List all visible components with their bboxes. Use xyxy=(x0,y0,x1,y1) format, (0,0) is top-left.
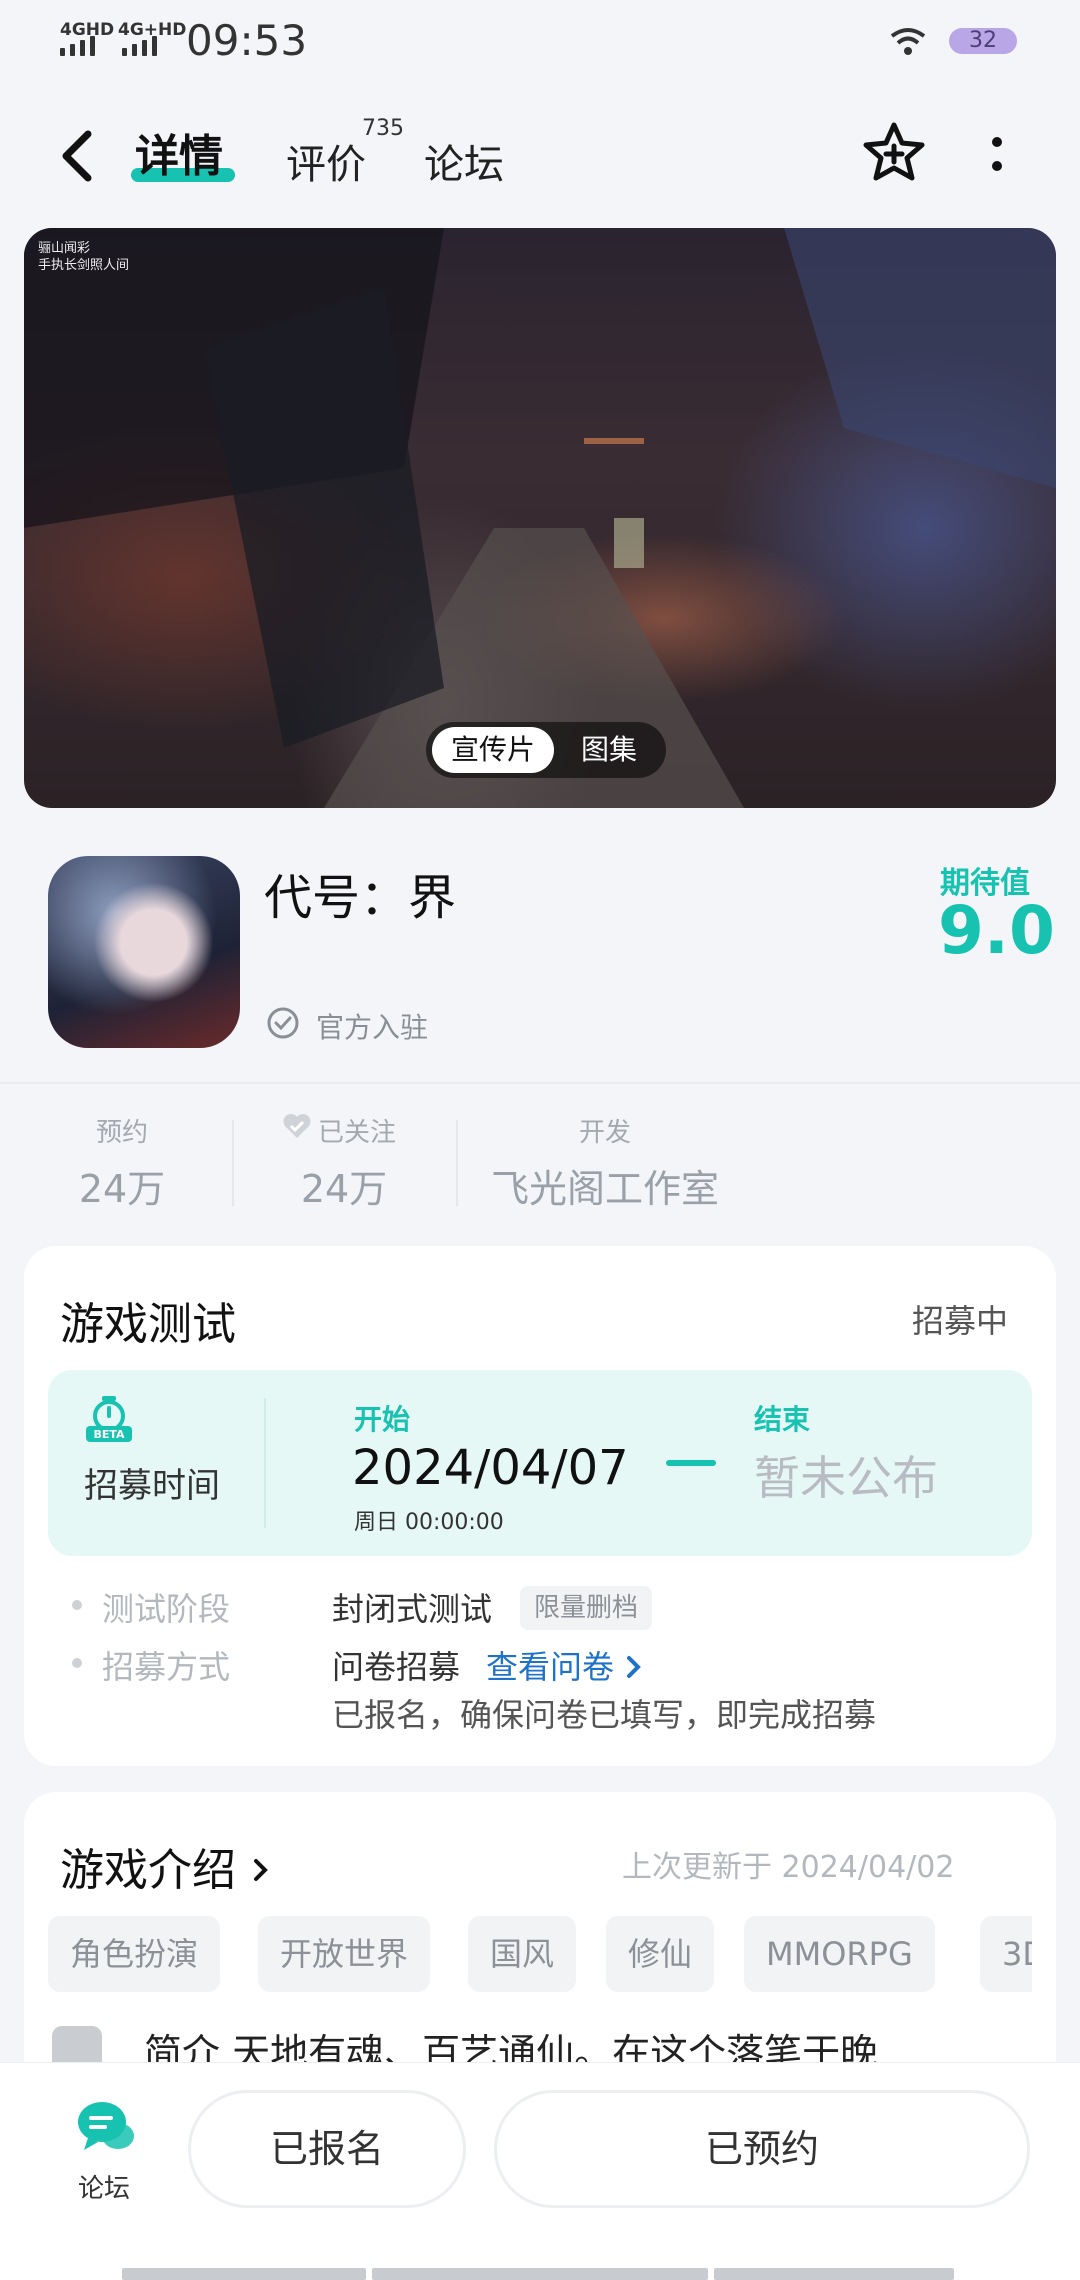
stat-reservations-value: 24万 xyxy=(78,1167,166,1211)
heart-check-icon xyxy=(283,1114,311,1138)
start-label: 开始 xyxy=(354,1403,411,1436)
video-watermark: 骊山闻彩 手执长剑照人间 xyxy=(38,240,129,274)
recruit-method-value: 问卷招募 xyxy=(332,1648,461,1686)
media-segment-control: 宣传片 图集 xyxy=(426,722,666,778)
more-options-icon[interactable] xyxy=(982,132,1012,180)
tab-review[interactable]: 评价 xyxy=(286,132,366,190)
game-icon xyxy=(48,856,240,1048)
stat-followed-value: 24万 xyxy=(300,1167,388,1211)
watermark-line-2: 手执长剑照人间 xyxy=(38,258,130,273)
game-test-title: 游戏测试 xyxy=(60,1299,236,1350)
watermark-line-1: 骊山闻彩 xyxy=(38,241,91,256)
divider xyxy=(0,1082,1080,1084)
recruit-divider xyxy=(264,1398,266,1528)
official-badge: 官方入驻 xyxy=(316,1011,429,1044)
start-date: 2024/04/07 xyxy=(352,1440,629,1496)
segment-gallery[interactable]: 图集 xyxy=(566,727,652,773)
game-intro-title[interactable]: 游戏介绍 xyxy=(60,1834,272,1898)
gesture-bar xyxy=(372,2268,708,2280)
battery-indicator: 32 xyxy=(949,28,1017,54)
bullet xyxy=(72,1600,82,1610)
genre-tag[interactable]: MMORPG xyxy=(744,1916,935,1992)
back-arrow-icon[interactable] xyxy=(56,126,100,186)
test-phase-tag: 限量删档 xyxy=(520,1586,653,1630)
last-updated: 上次更新于 2024/04/02 xyxy=(622,1850,955,1885)
stat-developer-label: 开发 xyxy=(578,1118,631,1148)
genre-tag[interactable]: 3D xyxy=(980,1916,1032,1992)
wifi-icon xyxy=(890,28,926,55)
signal-icon xyxy=(122,36,157,56)
game-intro-title-label: 游戏介绍 xyxy=(60,1845,236,1896)
forum-label[interactable]: 论坛 xyxy=(78,2168,130,2205)
verified-check-icon xyxy=(267,1007,299,1039)
tab-detail[interactable]: 详情 xyxy=(135,120,223,184)
clock: 09:53 xyxy=(186,16,308,65)
genre-tag[interactable]: 角色扮演 xyxy=(48,1916,221,1992)
signed-up-button[interactable]: 已报名 xyxy=(188,2090,466,2208)
genre-tag[interactable]: 修仙 xyxy=(606,1916,715,1992)
genre-tag-clip: 3D xyxy=(980,1916,1032,1992)
stat-divider xyxy=(232,1120,234,1206)
expectation-score: 9.0 xyxy=(938,892,1055,969)
start-time: 周日 00:00:00 xyxy=(354,1510,504,1535)
trailer-frame xyxy=(24,228,1056,808)
chevron-right-icon xyxy=(627,1656,642,1678)
view-questionnaire-link[interactable]: 查看问卷 xyxy=(486,1642,644,1688)
reserved-button[interactable]: 已预约 xyxy=(494,2090,1030,2208)
signal-icon xyxy=(60,36,95,56)
favorite-star-icon[interactable] xyxy=(862,120,926,184)
range-arrow xyxy=(666,1460,716,1466)
tab-forum[interactable]: 论坛 xyxy=(424,132,504,190)
test-phase-value: 封闭式测试 xyxy=(332,1590,493,1628)
genre-tag[interactable]: 国风 xyxy=(468,1916,577,1992)
genre-tag[interactable]: 开放世界 xyxy=(258,1916,431,1992)
stat-followed-label: 已关注 xyxy=(318,1118,397,1148)
svg-text:BETA: BETA xyxy=(93,1428,125,1441)
status-bar: 4GHD 4G+HD 09:53 32 xyxy=(0,0,1080,84)
gesture-bar xyxy=(714,2268,954,2280)
game-title: 代号：界 xyxy=(264,870,457,926)
stat-reservations-label: 预约 xyxy=(95,1118,148,1148)
recruit-time-label: 招募时间 xyxy=(84,1466,220,1506)
media-viewer[interactable]: 骊山闻彩 手执长剑照人间 宣传片 图集 xyxy=(24,228,1056,808)
segment-trailer[interactable]: 宣传片 xyxy=(432,727,554,773)
gesture-bar xyxy=(122,2268,366,2280)
forum-chat-icon[interactable] xyxy=(74,2098,136,2156)
recruit-method-label: 招募方式 xyxy=(102,1648,231,1686)
stat-developer-value[interactable]: 飞光阁工作室 xyxy=(480,1158,730,1213)
beta-timer-icon: BETA xyxy=(86,1396,132,1442)
end-label: 结束 xyxy=(754,1403,811,1436)
view-questionnaire-label: 查看问卷 xyxy=(486,1648,615,1686)
review-count-badge: 735 xyxy=(362,116,404,141)
test-phase-label: 测试阶段 xyxy=(102,1590,231,1628)
recruit-status: 招募中 xyxy=(912,1302,1009,1340)
stat-divider xyxy=(456,1120,458,1206)
signup-note: 已报名，确保问卷已填写，即完成招募 xyxy=(332,1696,877,1734)
bullet xyxy=(72,1658,82,1668)
chevron-right-icon xyxy=(254,1859,268,1881)
end-value: 暂未公布 xyxy=(754,1451,938,1505)
